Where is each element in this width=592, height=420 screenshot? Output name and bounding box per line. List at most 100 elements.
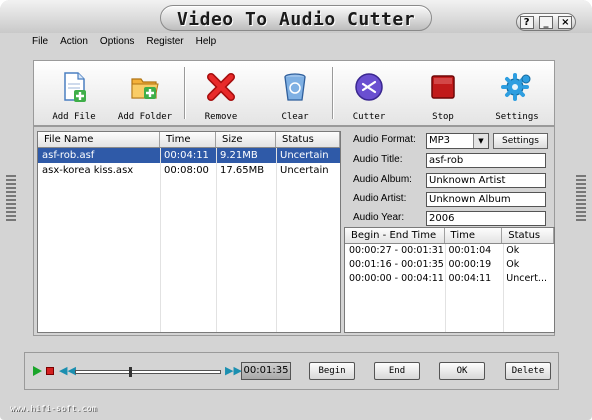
title-field[interactable]: asf-rob	[426, 153, 546, 168]
title-bar[interactable]: Video To Audio Cutter ? _ ×	[0, 0, 592, 33]
column-header[interactable]: Size	[216, 132, 276, 147]
column-header[interactable]: Status	[276, 132, 340, 147]
cutter-button[interactable]: Cutter	[334, 66, 404, 124]
play-icon[interactable]	[33, 366, 42, 376]
list-item[interactable]: 00:00:00 - 00:04:11 00:04:11 Uncert...	[345, 272, 554, 286]
add-folder-button[interactable]: Add Folder	[110, 66, 180, 124]
time-display: 00:01:35	[241, 362, 291, 380]
begin-button[interactable]: Begin	[309, 362, 355, 380]
seek-slider[interactable]	[75, 370, 221, 374]
cell-status: Uncertain	[280, 165, 329, 176]
column-header[interactable]: Status	[502, 228, 554, 243]
cell-range: 00:00:27 - 00:01:31	[349, 245, 444, 256]
cutter-label: Cutter	[352, 112, 386, 122]
ok-button[interactable]: OK	[439, 362, 485, 380]
artist-row: Audio Artist: Unknown Album	[346, 192, 552, 208]
fast-forward-icon[interactable]: ▶▶	[225, 365, 242, 376]
add-file-label: Add File	[52, 112, 96, 122]
column-header[interactable]: Time	[445, 228, 503, 243]
stop-button[interactable]: Stop	[408, 66, 478, 124]
remove-label: Remove	[204, 112, 238, 122]
title-plate: Video To Audio Cutter	[160, 5, 432, 31]
cell-status: Uncert...	[506, 273, 547, 284]
list-item[interactable]: 00:01:16 - 00:01:35 00:00:19 Ok	[345, 258, 554, 272]
column-header[interactable]: Begin - End Time	[345, 228, 445, 243]
clear-button[interactable]: Clear	[260, 66, 330, 124]
add-file-button[interactable]: Add File	[39, 66, 109, 124]
artist-field[interactable]: Unknown Album	[426, 192, 546, 207]
column-guide	[276, 148, 277, 332]
minimize-button[interactable]: _	[538, 15, 553, 29]
format-select[interactable]: MP3 ▼	[426, 133, 489, 149]
cell-status: Ok	[506, 245, 520, 256]
clear-icon	[284, 73, 306, 101]
column-guide	[160, 148, 161, 332]
remove-icon	[207, 73, 235, 101]
menu-file[interactable]: File	[26, 34, 54, 50]
main-panel: File Name Time Size Status asf-rob.asf 0…	[33, 126, 555, 336]
add-file-icon	[64, 72, 86, 102]
menu-action[interactable]: Action	[54, 34, 94, 50]
column-header[interactable]: File Name	[38, 132, 160, 147]
album-row: Audio Album: Unknown Artist	[346, 173, 552, 189]
segment-list[interactable]: Begin - End Time Time Status 00:00:27 - …	[344, 227, 555, 333]
clear-label: Clear	[281, 112, 309, 122]
menu-bar: File Action Options Register Help	[26, 34, 222, 50]
left-grip	[6, 175, 16, 223]
menu-options[interactable]: Options	[94, 34, 140, 50]
year-label: Audio Year:	[353, 212, 405, 223]
column-guide	[503, 244, 504, 332]
cell-time: 00:00:19	[448, 259, 492, 270]
segment-list-body: 00:00:27 - 00:01:31 00:01:04 Ok 00:01:16…	[345, 244, 554, 332]
table-row[interactable]: asf-rob.asf 00:04:11 9.21MB Uncertain	[38, 148, 340, 163]
segment-list-header: Begin - End Time Time Status	[345, 228, 554, 244]
stop-playback-icon[interactable]	[46, 367, 54, 375]
delete-button[interactable]: Delete	[505, 362, 551, 380]
settings-label: Settings	[495, 112, 539, 122]
footer-url: www.hifi-soft.com	[10, 404, 97, 413]
file-list[interactable]: File Name Time Size Status asf-rob.asf 0…	[37, 131, 341, 333]
year-field[interactable]: 2006	[426, 211, 546, 226]
app-window: Video To Audio Cutter ? _ × File Action …	[0, 0, 592, 420]
stop-label: Stop	[432, 112, 454, 122]
settings-button[interactable]: Settings	[482, 66, 552, 124]
format-settings-button[interactable]: Settings	[493, 133, 548, 149]
table-row[interactable]: asx-korea kiss.asx 00:08:00 17.65MB Unce…	[38, 163, 340, 178]
artist-label: Audio Artist:	[353, 193, 407, 204]
cell-range: 00:01:16 - 00:01:35	[349, 259, 444, 270]
audio-properties: Audio Format: MP3 ▼ Settings Audio Title…	[346, 131, 552, 227]
app-title: Video To Audio Cutter	[176, 9, 416, 30]
close-button[interactable]: ×	[558, 15, 573, 29]
cell-time: 00:01:04	[448, 245, 492, 256]
album-label: Audio Album:	[353, 174, 412, 185]
title-label: Audio Title:	[353, 154, 403, 165]
cell-time: 00:08:00	[164, 165, 209, 176]
cell-file-name: asx-korea kiss.asx	[42, 165, 134, 176]
cell-file-name: asf-rob.asf	[38, 148, 160, 163]
remove-button[interactable]: Remove	[186, 66, 256, 124]
window-controls: ? _ ×	[516, 13, 576, 31]
cell-time: 00:04:11	[160, 148, 216, 163]
settings-icon	[501, 73, 531, 101]
menu-help[interactable]: Help	[190, 34, 223, 50]
help-button[interactable]: ?	[519, 15, 534, 29]
stop-icon	[431, 75, 455, 99]
chevron-down-icon[interactable]: ▼	[473, 134, 488, 148]
album-field[interactable]: Unknown Artist	[426, 173, 546, 188]
rewind-icon[interactable]: ◀◀	[59, 365, 76, 376]
format-row: Audio Format: MP3 ▼ Settings	[346, 133, 552, 149]
cutter-icon	[355, 73, 383, 101]
column-header[interactable]: Time	[160, 132, 216, 147]
add-folder-icon	[131, 78, 159, 99]
cell-size: 9.21MB	[216, 148, 276, 163]
cell-range: 00:00:00 - 00:04:11	[349, 273, 444, 284]
list-item[interactable]: 00:00:27 - 00:01:31 00:01:04 Ok	[345, 244, 554, 258]
end-button[interactable]: End	[374, 362, 420, 380]
menu-register[interactable]: Register	[140, 34, 189, 50]
format-value: MP3	[429, 135, 451, 146]
cell-time: 00:04:11	[448, 273, 492, 284]
column-guide	[445, 244, 446, 332]
seek-thumb[interactable]	[128, 367, 132, 377]
format-label: Audio Format:	[353, 134, 416, 145]
column-guide	[216, 148, 217, 332]
